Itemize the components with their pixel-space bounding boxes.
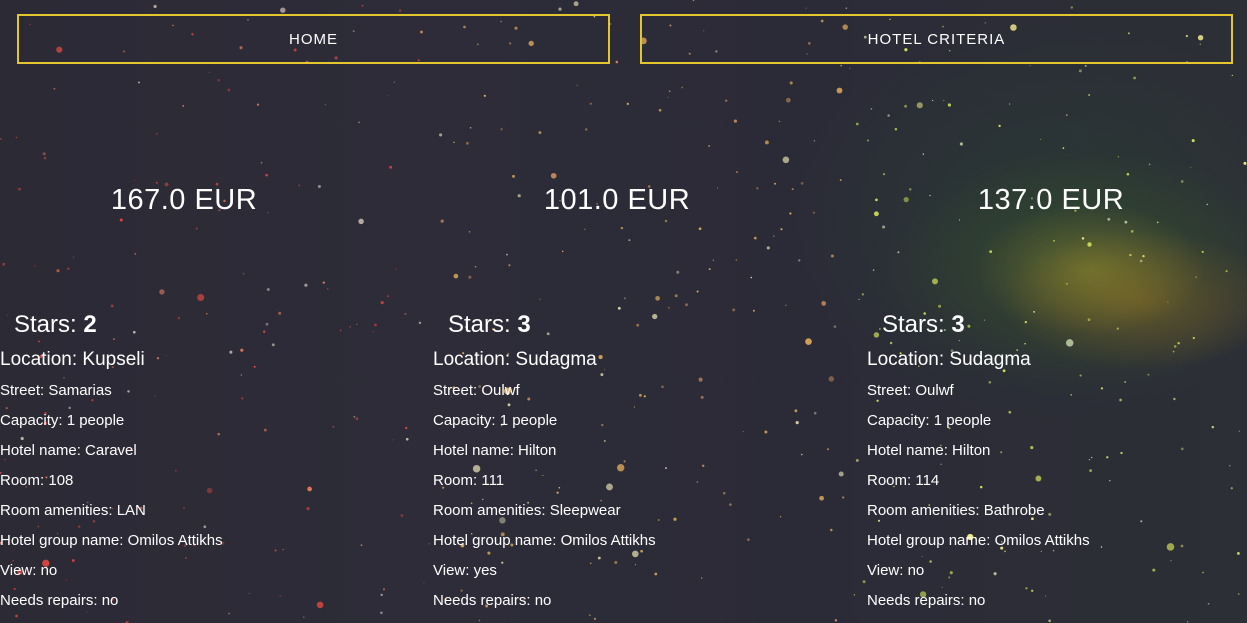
room-needs-repairs: Needs repairs: no [867, 592, 986, 609]
room-location: Location: Sudagma [867, 349, 1031, 370]
room-capacity: Capacity: 1 people [0, 412, 125, 429]
room-location: Location: Kupseli [0, 349, 145, 370]
room-amenities: Room amenities: LAN [0, 502, 146, 519]
stars-value: 3 [517, 311, 531, 338]
room-number: Room: 114 [867, 472, 940, 489]
room-hotel-name: Hotel name: Hilton [867, 442, 991, 459]
room-hotel-name: Hotel name: Caravel [0, 442, 137, 459]
room-stars: Stars: 3 [882, 311, 965, 339]
room-card: 167.0 EUR Stars: 2 Location: Kupseli Str… [0, 0, 434, 623]
room-street: Street: Oulwf [867, 382, 954, 399]
room-card: 137.0 EUR Stars: 3 Location: Sudagma Str… [867, 0, 1247, 623]
stars-value: 2 [83, 311, 97, 338]
room-price: 167.0 EUR [110, 184, 258, 216]
room-hotel-group: Hotel group name: Omilos Attikhs [0, 532, 223, 549]
room-capacity: Capacity: 1 people [867, 412, 992, 429]
room-price: 137.0 EUR [977, 184, 1125, 216]
room-stars: Stars: 2 [14, 311, 97, 339]
room-view: View: yes [433, 562, 497, 579]
page-background: HOME HOTEL CRITERIA 167.0 EUR Stars: 2 L… [0, 0, 1247, 623]
stars-value: 3 [951, 311, 965, 338]
room-view: View: no [867, 562, 925, 579]
room-hotel-group: Hotel group name: Omilos Attikhs [867, 532, 1090, 549]
room-street: Street: Oulwf [433, 382, 520, 399]
room-view: View: no [0, 562, 58, 579]
room-stars: Stars: 3 [448, 311, 531, 339]
room-needs-repairs: Needs repairs: no [0, 592, 119, 609]
room-street: Street: Samarias [0, 382, 112, 399]
stars-label: Stars: [14, 311, 77, 338]
room-amenities: Room amenities: Bathrobe [867, 502, 1045, 519]
stars-label: Stars: [448, 311, 511, 338]
room-hotel-name: Hotel name: Hilton [433, 442, 557, 459]
room-capacity: Capacity: 1 people [433, 412, 558, 429]
room-needs-repairs: Needs repairs: no [433, 592, 552, 609]
room-price: 101.0 EUR [543, 184, 691, 216]
room-location: Location: Sudagma [433, 349, 597, 370]
room-amenities: Room amenities: Sleepwear [433, 502, 621, 519]
room-number: Room: 111 [433, 472, 505, 489]
room-number: Room: 108 [0, 472, 74, 489]
room-card: 101.0 EUR Stars: 3 Location: Sudagma Str… [433, 0, 867, 623]
room-hotel-group: Hotel group name: Omilos Attikhs [433, 532, 656, 549]
stars-label: Stars: [882, 311, 945, 338]
